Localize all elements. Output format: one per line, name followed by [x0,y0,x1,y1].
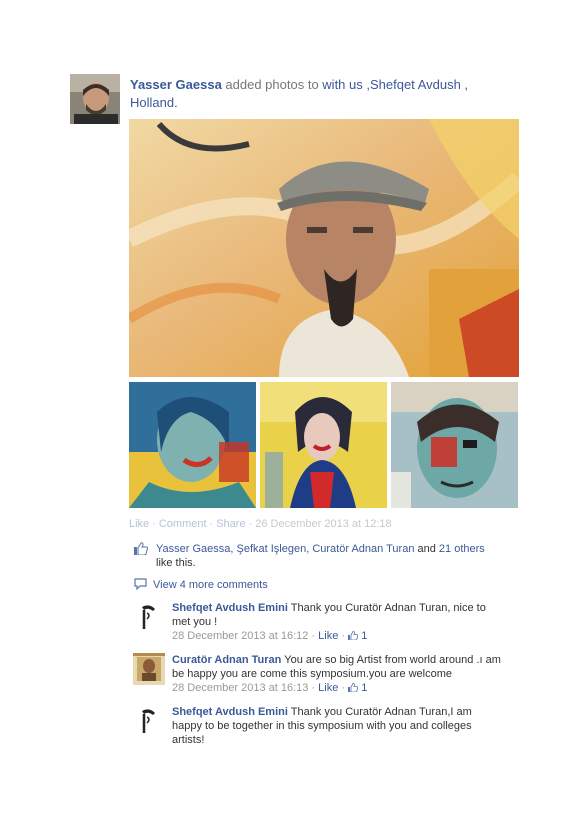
likes-suffix-text: like this. [156,557,196,569]
post-author-link[interactable]: Yasser Gaessa [130,77,222,92]
comment-meta: 28 December 2013 at 16:13 · Like · 1 [172,682,368,694]
separator: · [152,518,156,530]
post-action-bar: Like · Comment · Share · 26 December 2013 at 1… [129,518,392,530]
comment-like-link[interactable]: Like [318,630,338,642]
thumbs-up-icon [348,682,359,693]
likes-and-text: and [414,543,439,555]
likes-summary: Yasser Gaessa, Şefkat Işlegen, Curatör A… [134,542,504,570]
comment-like-link[interactable]: Like [318,682,338,694]
photo-thumbnail[interactable] [129,382,256,508]
post-action-text: added photos to [221,77,323,92]
comment-item: Curatör Adnan Turan You are so big Artis… [133,653,503,695]
view-more-comments[interactable]: View 4 more comments [134,578,268,591]
comment-like-count[interactable]: 1 [361,630,367,642]
comment-author-link[interactable]: Shefqet Avdush Emini [172,602,288,614]
commenter-avatar[interactable] [133,601,165,633]
separator: · [209,518,214,530]
photo-thumbnail[interactable] [260,382,387,508]
likers-names-link[interactable]: Yasser Gaessa, Şefkat Işlegen, Curatör A… [156,543,414,555]
share-link[interactable]: Share [216,518,245,530]
main-photo[interactable] [129,119,519,377]
separator: · [248,518,253,530]
photo-thumbnail[interactable] [391,382,518,508]
comment-like-count[interactable]: 1 [361,682,367,694]
thumbs-up-icon [134,542,148,556]
commenter-avatar[interactable] [133,705,165,737]
commenter-avatar[interactable] [133,653,165,685]
comment-meta: 28 December 2013 at 16:12 · Like · 1 [172,630,368,642]
thumbs-up-icon [348,630,359,641]
comment-author-link[interactable]: Shefqet Avdush Emini [172,706,288,718]
comment-item: Shefqet Avdush Emini Thank you Curatör A… [133,705,503,747]
comment-link[interactable]: Comment [159,518,207,530]
comment-author-link[interactable]: Curatör Adnan Turan [172,654,281,666]
comment-time[interactable]: 28 December 2013 at 16:12 [172,630,308,642]
post-timestamp[interactable]: 26 December 2013 at 12:18 [255,518,391,530]
view-more-comments-label[interactable]: View 4 more comments [153,579,268,591]
comment-bubble-icon [134,578,147,591]
comment-item: Shefqet Avdush Emini Thank you Curatör A… [133,601,503,643]
like-link[interactable]: Like [129,518,149,530]
comment-time[interactable]: 28 December 2013 at 16:13 [172,682,308,694]
author-avatar[interactable] [70,74,120,124]
post-header: Yasser Gaessa added photos to with us ,S… [130,76,490,112]
likes-others-link[interactable]: 21 others [439,543,485,555]
